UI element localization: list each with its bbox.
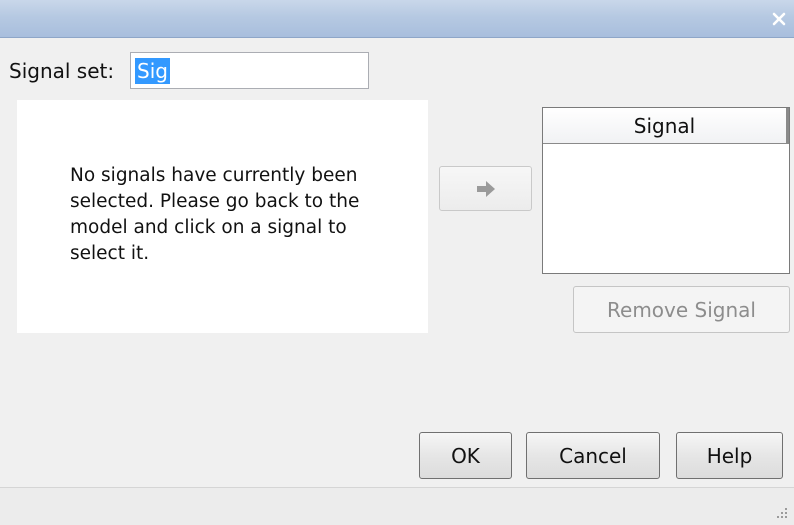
signal-set-label: Signal set: <box>9 59 115 83</box>
help-button[interactable]: Help <box>676 432 783 479</box>
add-signal-button[interactable] <box>439 166 532 211</box>
status-bar <box>0 487 794 525</box>
resize-grip-icon[interactable] <box>776 507 788 519</box>
title-bar <box>0 0 794 38</box>
close-icon <box>772 12 786 26</box>
signal-selection-panel: No signals have currently been selected.… <box>17 100 428 333</box>
signal-column-header[interactable]: Signal <box>543 108 789 144</box>
no-signals-message: No signals have currently been selected.… <box>70 165 360 264</box>
signal-set-input[interactable]: Sig <box>130 52 369 89</box>
arrow-right-icon <box>476 180 495 197</box>
remove-signal-button[interactable]: Remove Signal <box>573 286 790 333</box>
cancel-button[interactable]: Cancel <box>526 432 660 479</box>
ok-button[interactable]: OK <box>419 432 512 479</box>
close-button[interactable] <box>768 8 790 30</box>
signal-list[interactable]: Signal <box>542 107 790 274</box>
signal-set-value: Sig <box>135 57 170 84</box>
